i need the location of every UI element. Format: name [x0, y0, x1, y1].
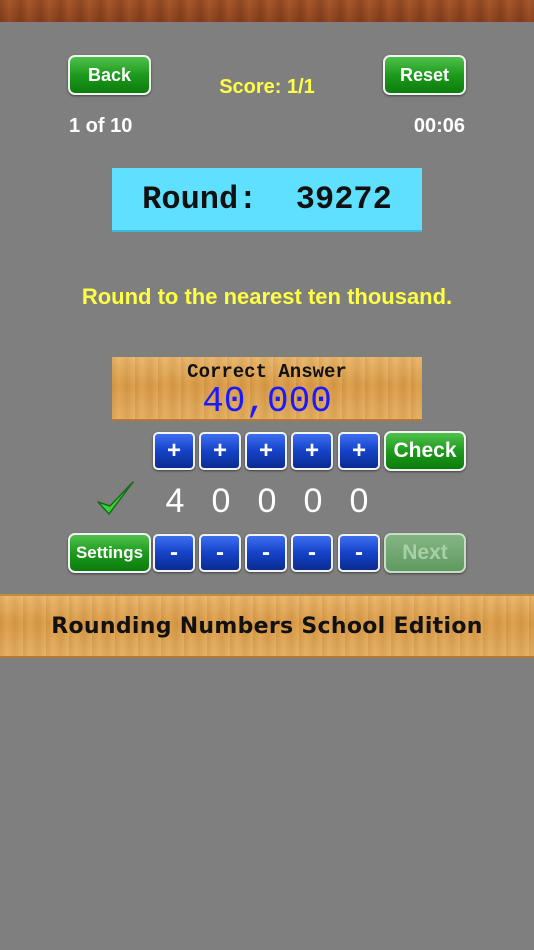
score-label: Score: 1/1	[219, 76, 315, 98]
digit-3: 0	[257, 482, 277, 520]
back-button[interactable]: Back	[68, 55, 151, 95]
answer-panel: Correct Answer 40,000	[112, 357, 422, 422]
digit-4: 0	[303, 482, 323, 520]
timer-label: 00:06	[413, 115, 465, 137]
decrement-digit-3-button[interactable]: -	[245, 534, 287, 572]
footer-banner: Rounding Numbers School Edition	[0, 594, 534, 658]
app-title: Rounding Numbers School Edition	[51, 613, 483, 639]
digit-1: 4	[165, 482, 185, 520]
decrement-digit-5-button[interactable]: -	[338, 534, 380, 572]
increment-digit-5-button[interactable]: +	[338, 432, 380, 470]
top-wood-bar	[0, 0, 534, 22]
decrement-digit-2-button[interactable]: -	[199, 534, 241, 572]
problem-box: Round: 39272	[112, 168, 422, 232]
digit-2: 0	[211, 482, 231, 520]
increment-digit-3-button[interactable]: +	[245, 432, 287, 470]
increment-digit-2-button[interactable]: +	[199, 432, 241, 470]
reset-button[interactable]: Reset	[383, 55, 466, 95]
answer-value: 40,000	[202, 381, 332, 422]
next-button[interactable]: Next	[384, 533, 466, 573]
check-button[interactable]: Check	[384, 431, 466, 471]
instruction-text: Round to the nearest ten thousand.	[81, 284, 453, 309]
decrement-digit-4-button[interactable]: -	[291, 534, 333, 572]
increment-digit-4-button[interactable]: +	[291, 432, 333, 470]
answer-title: Correct Answer	[187, 361, 347, 383]
progress-label: 1 of 10	[69, 115, 133, 137]
checkmark-icon	[97, 481, 134, 515]
problem-text: Round: 39272	[142, 180, 392, 218]
increment-digit-1-button[interactable]: +	[153, 432, 195, 470]
settings-button[interactable]: Settings	[68, 533, 151, 573]
decrement-digit-1-button[interactable]: -	[153, 534, 195, 572]
digit-5: 0	[349, 482, 369, 520]
